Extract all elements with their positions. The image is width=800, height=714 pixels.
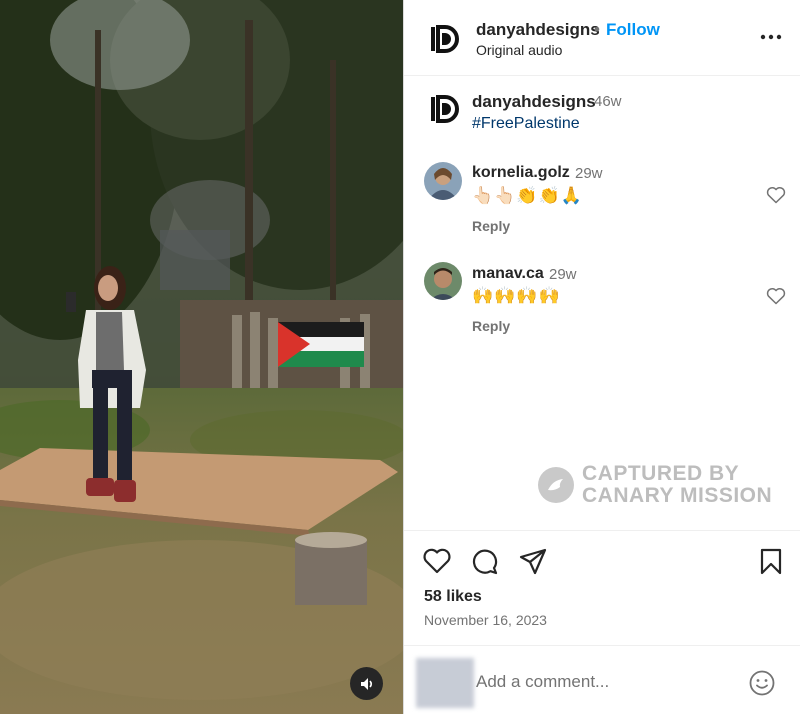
comment-username[interactable]: manav.ca xyxy=(472,265,544,283)
comment-input[interactable] xyxy=(476,668,736,696)
commenter-avatar[interactable] xyxy=(424,262,462,300)
sound-toggle-button[interactable] xyxy=(350,667,383,700)
avatar-photo xyxy=(424,162,462,200)
commenter-avatar[interactable] xyxy=(424,162,462,200)
video-frame xyxy=(0,0,403,714)
actions-divider xyxy=(404,530,800,531)
heart-icon[interactable] xyxy=(422,547,452,575)
dd-logo-icon xyxy=(431,95,459,123)
watermark: CAPTURED BY CANARY MISSION xyxy=(538,463,778,507)
post-sidebar: danyahdesigns • Follow Original audio da… xyxy=(403,0,800,714)
comment-timestamp: 29w xyxy=(549,266,577,283)
more-horizontal-icon[interactable] xyxy=(760,28,782,46)
watermark-line-1: CAPTURED BY xyxy=(582,462,740,485)
comment-username[interactable]: kornelia.golz xyxy=(472,164,570,182)
caption-hashtag[interactable]: #FreePalestine xyxy=(472,115,580,133)
dd-logo-icon xyxy=(431,25,459,53)
comment-icon[interactable] xyxy=(470,547,500,575)
watermark-line-2: CANARY MISSION xyxy=(582,484,773,507)
speaker-icon xyxy=(360,677,372,690)
follow-button[interactable]: Follow xyxy=(606,20,660,40)
smiley-icon[interactable] xyxy=(749,670,775,696)
comment-timestamp: 29w xyxy=(575,165,603,182)
canary-bird-icon xyxy=(538,467,574,503)
post-header: danyahdesigns • Follow Original audio xyxy=(404,0,800,76)
audio-label[interactable]: Original audio xyxy=(476,42,562,58)
caption-timestamp: 46w xyxy=(594,93,622,110)
post-media[interactable] xyxy=(0,0,403,714)
likes-count[interactable]: 58 likes xyxy=(424,588,482,606)
reply-button[interactable]: Reply xyxy=(472,218,510,234)
avatar-photo xyxy=(424,262,462,300)
like-comment-heart-icon[interactable] xyxy=(766,186,786,204)
share-icon[interactable] xyxy=(518,547,548,575)
current-user-avatar xyxy=(416,658,474,708)
post-date: November 16, 2023 xyxy=(424,612,547,628)
reply-button[interactable]: Reply xyxy=(472,318,510,334)
add-comment-bar xyxy=(404,645,800,714)
flag-graphic xyxy=(278,322,364,367)
watermark-text: CAPTURED BY CANARY MISSION xyxy=(582,463,772,507)
caption-username[interactable]: danyahdesigns xyxy=(472,92,596,112)
comment-text: 👆🏻👆🏻👏👏🙏 xyxy=(472,186,583,205)
bookmark-icon[interactable] xyxy=(756,547,786,575)
post-dialog: danyahdesigns • Follow Original audio da… xyxy=(0,0,800,714)
author-username[interactable]: danyahdesigns xyxy=(476,20,600,40)
comment-text: 🙌🙌🙌🙌 xyxy=(472,286,561,305)
separator-dot: • xyxy=(594,20,600,39)
like-comment-heart-icon[interactable] xyxy=(766,287,786,305)
profile-avatar[interactable] xyxy=(426,20,464,58)
caption-avatar[interactable] xyxy=(426,90,464,128)
